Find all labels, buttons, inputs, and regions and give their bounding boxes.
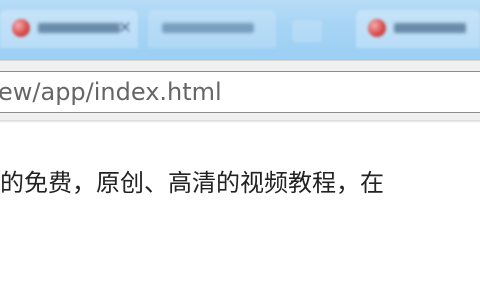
browser-tab-2[interactable] bbox=[148, 10, 276, 48]
globe-icon bbox=[12, 19, 30, 37]
browser-window: ew/app/index.html 的免费，原创、高清的视频教程，在 bbox=[0, 0, 480, 300]
browser-tab-3[interactable] bbox=[356, 10, 480, 48]
tab-title-placeholder bbox=[38, 23, 120, 33]
browser-tab-1[interactable] bbox=[0, 10, 138, 48]
address-bar[interactable]: ew/app/index.html bbox=[0, 71, 480, 113]
close-icon[interactable] bbox=[120, 22, 130, 32]
tab-title-placeholder bbox=[394, 23, 466, 33]
globe-icon bbox=[368, 19, 386, 37]
tab-title-placeholder bbox=[162, 23, 254, 33]
page-paragraph: 的免费，原创、高清的视频教程，在 bbox=[0, 169, 384, 197]
new-tab-button[interactable] bbox=[292, 20, 322, 42]
address-url-text: ew/app/index.html bbox=[0, 78, 222, 106]
browser-toolbar: ew/app/index.html bbox=[0, 60, 480, 124]
page-content: 的免费，原创、高清的视频教程，在 bbox=[0, 123, 480, 300]
tab-strip bbox=[0, 0, 480, 61]
